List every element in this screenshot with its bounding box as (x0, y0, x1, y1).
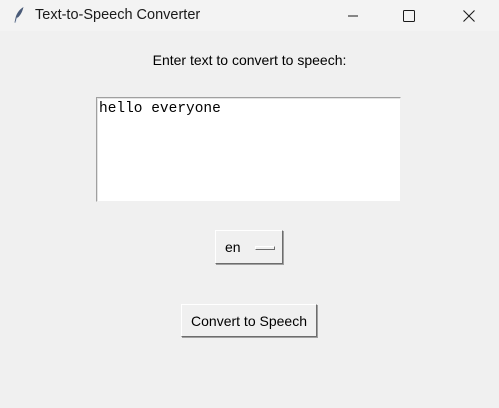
text-input[interactable]: hello everyone (96, 97, 401, 202)
maximize-button[interactable] (386, 0, 432, 31)
dropdown-indicator-icon (255, 246, 275, 250)
close-icon (463, 9, 475, 22)
convert-to-speech-button[interactable]: Convert to Speech (181, 304, 317, 337)
window-title: Text-to-Speech Converter (35, 7, 201, 23)
language-selected-value: en (225, 239, 241, 255)
maximize-icon (403, 9, 415, 22)
title-bar[interactable]: Text-to-Speech Converter (0, 0, 499, 31)
prompt-label: Enter text to convert to speech: (152, 52, 347, 68)
minimize-button[interactable] (330, 0, 376, 31)
minimize-icon (348, 15, 358, 16)
feather-icon (11, 6, 27, 24)
close-button[interactable] (446, 0, 492, 31)
language-dropdown[interactable]: en (215, 230, 283, 264)
